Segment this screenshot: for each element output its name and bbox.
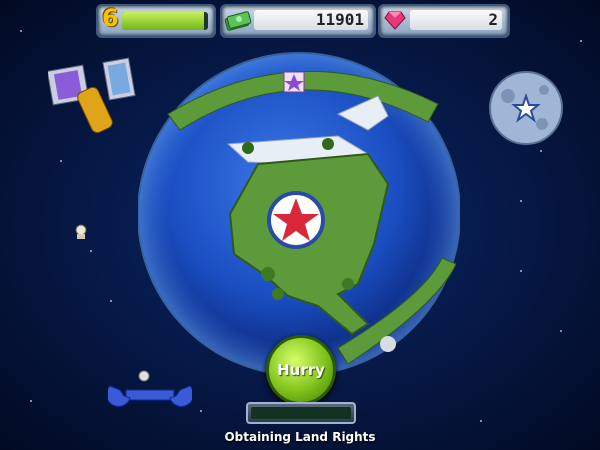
level-xp-fill [122, 12, 204, 30]
satellite-icon[interactable] [48, 54, 144, 144]
astronaut-icon[interactable] [72, 222, 90, 240]
level-hud: 6 [96, 4, 216, 38]
task-progress-bar [246, 402, 356, 424]
money-value: 11901 [254, 10, 368, 30]
task-caption: Obtaining Land Rights [224, 430, 376, 444]
money-stack-icon [224, 11, 252, 31]
wrench-icon[interactable] [108, 370, 192, 414]
gem-value: 2 [410, 10, 502, 30]
moon-icon[interactable] [482, 66, 570, 150]
pink-gem-icon [384, 11, 406, 30]
money-hud: 11901 [220, 4, 376, 38]
hurry-button[interactable]: Hurry [266, 335, 336, 405]
star-emblem-icon[interactable] [267, 191, 325, 249]
task-progress-track [251, 407, 351, 419]
level-number: 6 [102, 4, 119, 32]
level-xp-bar [122, 12, 208, 30]
planet-globe[interactable] [138, 44, 460, 374]
gem-hud: 2 [378, 4, 510, 38]
